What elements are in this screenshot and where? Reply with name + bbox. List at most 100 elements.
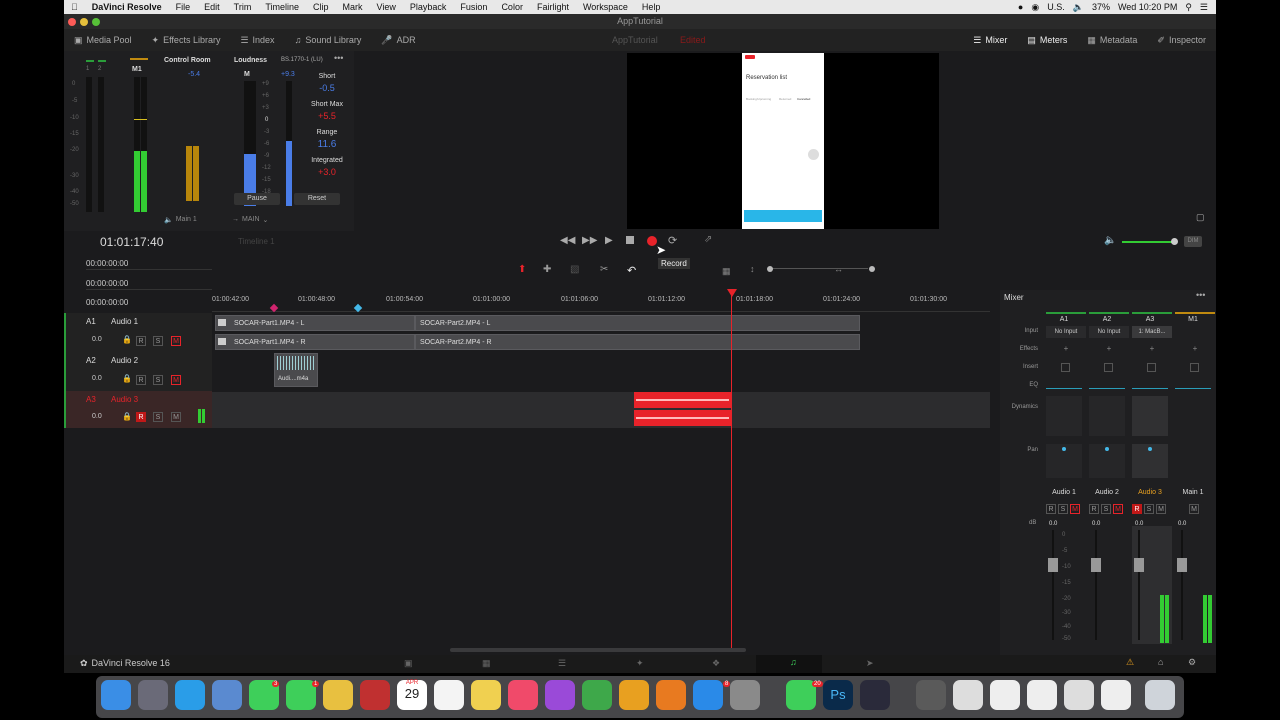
pan-control-a2[interactable] — [1089, 444, 1125, 478]
menu-trim[interactable]: Trim — [227, 2, 259, 12]
zoom-window-icon[interactable] — [92, 18, 100, 26]
lock-icon[interactable]: 🔒 — [122, 335, 132, 344]
menu-fusion[interactable]: Fusion — [453, 2, 494, 12]
menu-color[interactable]: Color — [494, 2, 530, 12]
menu-clip[interactable]: Clip — [306, 2, 336, 12]
fast-forward-icon[interactable]: ▶▶ — [582, 235, 597, 246]
cut-page-icon[interactable]: ▦ — [482, 658, 491, 669]
reset-button[interactable]: Reset — [294, 193, 340, 205]
strip-arm-a1[interactable]: R — [1046, 504, 1056, 514]
selection-tool-icon[interactable]: ⬆ — [518, 264, 526, 275]
monitor-volume-icon[interactable]: 🔈 — [1104, 235, 1116, 246]
close-window-icon[interactable] — [68, 18, 76, 26]
keynote-icon[interactable] — [619, 680, 649, 710]
numbers-icon[interactable] — [582, 680, 612, 710]
timeline-track-area[interactable] — [212, 313, 990, 655]
menu-view[interactable]: View — [370, 2, 403, 12]
strip-solo-a2[interactable]: S — [1101, 504, 1111, 514]
menu-help[interactable]: Help — [635, 2, 668, 12]
marker-pink[interactable] — [269, 303, 279, 313]
edit-tool-icon[interactable]: ▧ — [570, 264, 579, 275]
media-page-icon[interactable]: ▣ — [404, 658, 413, 669]
arm-button-a1[interactable]: R — [136, 336, 146, 346]
strip-mute-a3[interactable]: M — [1156, 504, 1166, 514]
menu-mark[interactable]: Mark — [336, 2, 370, 12]
clip-a1-part2-r[interactable]: SOCAR-Part2.MP4 - R — [415, 334, 860, 350]
menu-timeline[interactable]: Timeline — [258, 2, 306, 12]
trash-icon[interactable] — [1145, 680, 1175, 710]
monitor-volume-knob[interactable] — [1171, 238, 1178, 245]
strip-vol-m1[interactable]: 0.0 — [1178, 521, 1186, 527]
fader-track-a1[interactable] — [1052, 530, 1054, 640]
eq-curve-a2[interactable] — [1089, 388, 1125, 389]
strip-mute-m1[interactable]: M — [1189, 504, 1199, 514]
eq-curve-a3[interactable] — [1132, 388, 1168, 389]
preview-icon[interactable] — [212, 680, 242, 710]
arm-button-a2[interactable]: R — [136, 375, 146, 385]
strip-arm-a2[interactable]: R — [1089, 504, 1099, 514]
pause-button[interactable]: Pause — [234, 193, 280, 205]
recent-item-3-icon[interactable] — [990, 680, 1020, 710]
notification-center-icon[interactable]: ☰ — [1200, 2, 1208, 13]
track-name-a3[interactable]: Audio 3 — [111, 395, 138, 404]
podcasts-icon[interactable] — [545, 680, 575, 710]
mute-button-a1[interactable]: M — [171, 336, 181, 346]
mute-button-a2[interactable]: M — [171, 375, 181, 385]
dim-button[interactable]: DIM — [1184, 236, 1202, 247]
settings-gear-icon[interactable]: ⚙ — [1188, 657, 1196, 668]
strip-mute-a2[interactable]: M — [1113, 504, 1123, 514]
adr-button[interactable]: 🎤 ADR — [371, 35, 425, 46]
playhead-handle[interactable] — [727, 289, 737, 297]
insert-toggle-a3[interactable] — [1147, 363, 1156, 372]
volume-icon[interactable]: 🔈 — [1073, 2, 1084, 13]
clip-a1-part2-l[interactable]: SOCAR-Part2.MP4 - L — [415, 315, 860, 331]
warning-icon[interactable]: ⚠ — [1126, 657, 1134, 668]
mixer-toggle-button[interactable]: ☰ Mixer — [963, 35, 1017, 46]
fader-track-m1[interactable] — [1181, 530, 1183, 640]
dynamics-graph-a3[interactable] — [1132, 396, 1168, 436]
track-header-a3[interactable]: A3 Audio 3 0.0 🔒 R S M — [64, 391, 212, 428]
mute-button-a3[interactable]: M — [171, 412, 181, 422]
a3-track-lane[interactable] — [212, 392, 990, 428]
input-select-a3[interactable]: 1: MacB... — [1132, 326, 1172, 338]
fader-track-a2[interactable] — [1095, 530, 1097, 640]
strip-vol-a1[interactable]: 0.0 — [1049, 521, 1057, 527]
finder-icon[interactable] — [101, 680, 131, 710]
flag-icon[interactable]: ▦ — [722, 266, 731, 277]
recent-item-6-icon[interactable] — [1101, 680, 1131, 710]
input-locale[interactable]: U.S. — [1047, 2, 1065, 13]
menu-app-name[interactable]: DaVinci Resolve — [85, 2, 169, 12]
eq-curve-m1[interactable] — [1175, 388, 1211, 389]
fairlight-page-tab[interactable]: ♫ — [756, 655, 822, 673]
razor-icon[interactable]: ✂ — [600, 264, 608, 275]
clock[interactable]: Wed 10:20 PM — [1118, 2, 1177, 13]
lock-icon[interactable]: 🔒 — [122, 412, 132, 421]
strip-mute-a1[interactable]: M — [1070, 504, 1080, 514]
zoom-slider[interactable] — [768, 268, 868, 269]
loudness-standard[interactable]: BS.1770-1 (LU) — [281, 57, 323, 63]
sound-library-button[interactable]: ♫ Sound Library — [285, 35, 372, 45]
fader-track-a3[interactable] — [1138, 530, 1140, 640]
loudness-options-icon[interactable]: ••• — [334, 53, 343, 63]
strip-vol-a2[interactable]: 0.0 — [1092, 521, 1100, 527]
inspector-toggle-button[interactable]: ✐ Inspector — [1147, 35, 1216, 46]
recent-item-5-icon[interactable] — [1064, 680, 1094, 710]
insert-toggle-m1[interactable] — [1190, 363, 1199, 372]
effects-add-a3[interactable]: + — [1132, 344, 1172, 353]
effects-add-a2[interactable]: + — [1089, 344, 1129, 353]
home-icon[interactable]: ⌂ — [1158, 657, 1163, 667]
spotlight-icon[interactable]: ⚲ — [1185, 2, 1192, 13]
track-header-a1[interactable]: A1 Audio 1 0.0 🔒 R S M — [64, 313, 212, 352]
marker-blue[interactable] — [353, 303, 363, 313]
notes-icon[interactable] — [471, 680, 501, 710]
effects-library-button[interactable]: ✦ Effects Library — [142, 35, 231, 46]
track-volume-a1[interactable]: 0.0 — [92, 336, 102, 343]
pan-control-a3[interactable] — [1132, 444, 1168, 478]
track-name-a1[interactable]: Audio 1 — [111, 317, 138, 326]
photoshop-icon[interactable]: Ps — [823, 680, 853, 710]
apple-icon[interactable]:  — [64, 2, 85, 12]
fusion-page-icon[interactable]: ✦ — [636, 658, 644, 669]
main-bus-select[interactable]: → MAIN ⌄ — [232, 216, 268, 224]
input-select-a2[interactable]: No Input — [1089, 326, 1129, 338]
stop-icon[interactable] — [626, 236, 634, 244]
